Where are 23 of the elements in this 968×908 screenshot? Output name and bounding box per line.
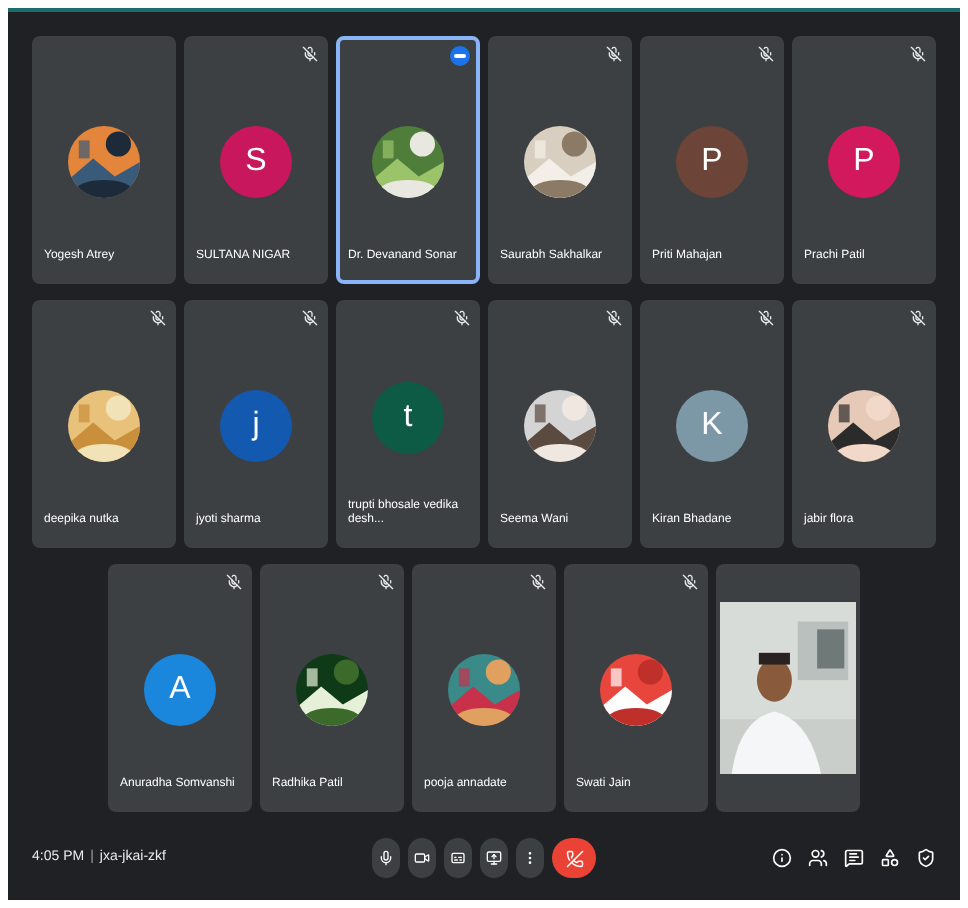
avatar: P (676, 125, 748, 197)
participant-tile[interactable] (716, 564, 860, 812)
info-icon[interactable] (772, 848, 792, 868)
avatar: K (676, 389, 748, 461)
microphone-button[interactable] (372, 838, 400, 878)
captions-icon (450, 850, 466, 866)
avatar: S (220, 125, 292, 197)
captions-button[interactable] (444, 838, 472, 878)
avatar: j (220, 389, 292, 461)
camera-button[interactable] (408, 838, 436, 878)
avatar: t (372, 382, 444, 454)
activities-icon[interactable] (880, 848, 900, 868)
people-icon[interactable] (808, 848, 828, 868)
avatar: A (144, 653, 216, 725)
present-button[interactable] (480, 838, 508, 878)
microphone-icon (378, 850, 394, 866)
chat-icon[interactable] (844, 848, 864, 868)
avatar: P (828, 125, 900, 197)
leave-call-button[interactable] (552, 838, 596, 878)
shield-icon[interactable] (916, 848, 936, 868)
present-icon (486, 850, 502, 866)
hang-up-icon (565, 849, 583, 867)
camera-icon (414, 850, 430, 866)
